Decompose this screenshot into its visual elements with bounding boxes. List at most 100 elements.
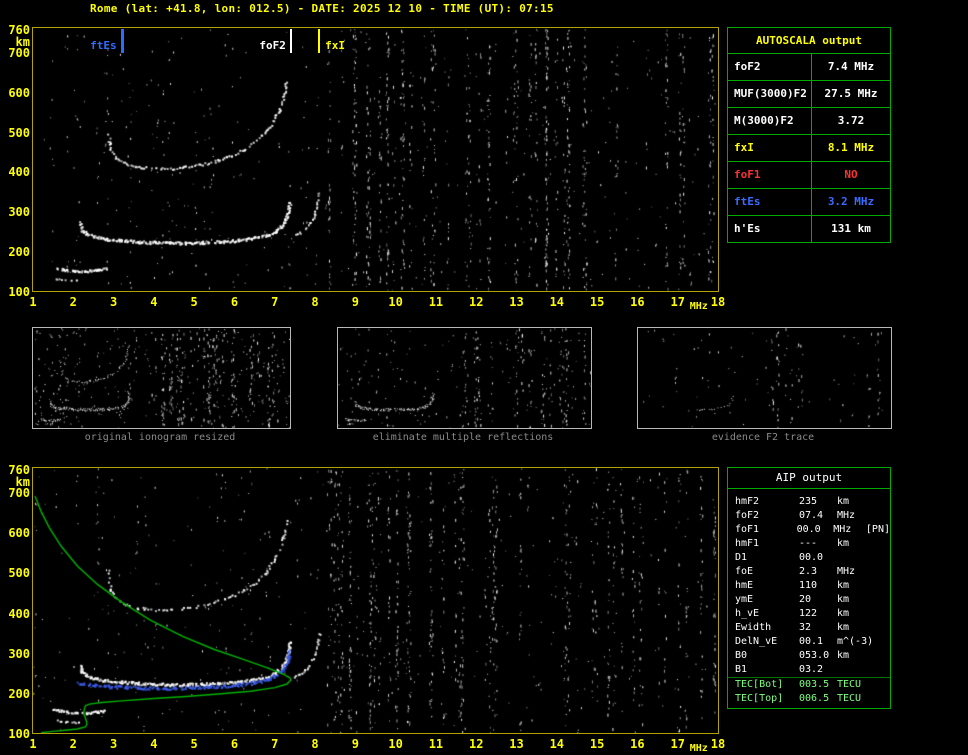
- thumbnail-f2-evidence-canvas: [638, 328, 891, 428]
- param-label: B1: [735, 664, 748, 675]
- x-axis-tick-top: 6: [230, 295, 239, 309]
- param-value: 27.5 MHz: [824, 87, 878, 100]
- table-row: hmE 110 km: [728, 579, 890, 593]
- x-axis-tick-bottom: 11: [428, 737, 444, 751]
- thumbnail-original-ionogram: [32, 327, 291, 429]
- table-row: h'Es 131 km: [728, 216, 890, 242]
- param-value: ---: [799, 538, 818, 549]
- fxI-marker-label: fxI: [325, 39, 345, 52]
- param-label: ftEs: [728, 189, 812, 215]
- thumbnail-no-multiples-canvas: [338, 328, 591, 428]
- x-axis-tick-bottom: 5: [190, 737, 198, 751]
- param-label: ymE: [735, 594, 754, 605]
- table-row: hmF2 235 km: [728, 495, 890, 509]
- param-unit: km: [837, 622, 850, 633]
- x-axis-tick-bottom: 7: [271, 737, 279, 751]
- autoscala-table-rows: foF2 7.4 MHz MUF(3000)F2 27.5 MHz M(3000)F2 3…: [728, 54, 890, 242]
- param-value: 00.0: [799, 552, 824, 563]
- param-unit: km: [837, 496, 850, 507]
- x-axis-unit-bottom: MHz: [689, 743, 708, 754]
- param-label: foF2: [735, 510, 760, 521]
- thumbnail-f2-evidence: [637, 327, 892, 429]
- table-row: TEC[Top] 006.5 TECU: [728, 692, 890, 706]
- y-axis-tick-bottom: 700: [8, 486, 30, 501]
- param-label: foF1: [735, 524, 760, 535]
- x-axis-tick-top: 7: [271, 295, 279, 309]
- station-date-header: Rome (lat: +41.8, lon: 012.5) - DATE: 20…: [90, 2, 554, 15]
- x-axis-tick-bottom: 8: [311, 737, 319, 751]
- param-label: MUF(3000)F2: [728, 81, 812, 107]
- param-unit: MHz: [837, 510, 856, 521]
- param-value: 122: [799, 608, 818, 619]
- param-label: hmF1: [735, 538, 760, 549]
- x-axis-tick-bottom: 17: [670, 737, 685, 751]
- param-label: h'Es: [728, 216, 812, 242]
- x-axis-tick-top: 2: [69, 295, 77, 309]
- param-note: [871, 621, 890, 635]
- param-note: [871, 565, 890, 579]
- table-row: hmF1 --- km: [728, 537, 890, 551]
- ftEs-marker-label: ftEs: [90, 39, 117, 52]
- param-unit: [837, 663, 871, 677]
- table-row: M(3000)F2 3.72: [728, 108, 890, 135]
- aip-output-table: AIP output hmF2 235 km foF2 07.4 MHz foF1 00.0 M…: [727, 467, 891, 709]
- param-value: 006.5: [799, 693, 830, 704]
- param-unit: TECU: [837, 693, 862, 704]
- x-axis-tick-top: 11: [428, 295, 444, 309]
- param-unit: km: [837, 594, 850, 605]
- param-unit: MHz: [833, 524, 852, 535]
- table-row: fxI 8.1 MHz: [728, 135, 890, 162]
- table-row: B1 03.2: [728, 663, 890, 677]
- param-value: NO: [844, 168, 858, 181]
- param-label: fxI: [728, 135, 812, 161]
- param-note: [871, 579, 890, 593]
- y-axis-tick-bottom: 200: [8, 686, 30, 701]
- x-axis-tick-bottom: 18: [710, 737, 726, 751]
- x-axis-tick-bottom: 10: [388, 737, 403, 751]
- param-unit: m^(-3): [837, 636, 874, 647]
- x-axis-tick-bottom: 4: [150, 737, 158, 751]
- param-value: 3.2 MHz: [827, 195, 875, 208]
- ionogram-bottom-canvas: [33, 468, 718, 733]
- param-label: foE: [735, 566, 754, 577]
- thumbnail-caption-f2-evidence: evidence F2 trace: [711, 432, 815, 443]
- param-label: DelN_vE: [735, 636, 778, 647]
- table-row: foF1 00.0 MHz [PN]: [728, 523, 890, 537]
- param-unit: km: [837, 538, 850, 549]
- x-axis-tick-bottom: 13: [509, 737, 524, 751]
- x-axis-tick-top: 4: [150, 295, 158, 309]
- param-value: 3.72: [837, 114, 865, 127]
- x-axis-tick-bottom: 9: [351, 737, 359, 751]
- param-value: 131 km: [831, 222, 871, 235]
- param-label: hmE: [735, 580, 754, 591]
- param-value: 7.4 MHz: [827, 60, 875, 73]
- x-axis-tick-top: 1: [29, 295, 37, 309]
- param-unit: km: [837, 580, 850, 591]
- autoscala-app-window: Rome (lat: +41.8, lon: 012.5) - DATE: 20…: [0, 0, 968, 755]
- param-unit: MHz: [837, 566, 856, 577]
- x-axis-tick-top: 9: [351, 295, 359, 309]
- x-axis-tick-bottom: 1: [29, 737, 37, 751]
- param-value: 053.0: [799, 650, 830, 661]
- ionogram-bottom-panel: [32, 467, 719, 734]
- fxI-marker-line: [318, 29, 321, 53]
- x-axis-tick-bottom: 15: [589, 737, 605, 751]
- param-note: [871, 678, 890, 692]
- param-value: 00.0: [796, 524, 821, 535]
- param-note: [871, 593, 890, 607]
- param-unit: [837, 551, 871, 565]
- x-axis-tick-bottom: 14: [549, 737, 565, 751]
- table-row: foF2 7.4 MHz: [728, 54, 890, 81]
- param-unit: km: [837, 608, 850, 619]
- x-axis-tick-bottom: 3: [109, 737, 118, 751]
- param-label: Ewidth: [735, 622, 772, 633]
- y-axis-tick-top: 400: [8, 165, 30, 180]
- table-row: foE 2.3 MHz: [728, 565, 890, 579]
- table-row: foF1 NO: [728, 162, 890, 189]
- ionogram-top-panel: ftEs foF2 fxI: [32, 27, 719, 292]
- y-axis-tick-bottom: 400: [8, 606, 30, 621]
- thumbnail-caption-original: original ionogram resized: [84, 432, 236, 443]
- param-value: 07.4: [799, 510, 824, 521]
- table-row: B0 053.0 km: [728, 649, 890, 663]
- table-row: ftEs 3.2 MHz: [728, 189, 890, 216]
